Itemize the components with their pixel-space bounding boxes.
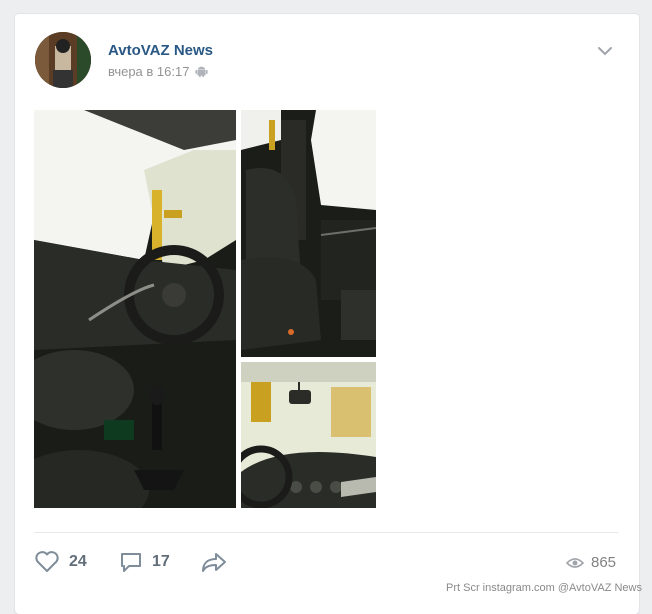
post-photo-2[interactable]	[241, 110, 376, 357]
post-card: AvtoVAZ News вчера в 16:17 24 17 865	[15, 14, 639, 614]
eye-icon	[566, 557, 584, 568]
chevron-down-icon[interactable]	[595, 44, 615, 58]
share-button[interactable]	[200, 550, 228, 574]
post-photo-1[interactable]	[34, 110, 236, 508]
author-name[interactable]: AvtoVAZ News	[108, 42, 213, 59]
post-time[interactable]: вчера в 16:17	[108, 64, 209, 79]
avatar[interactable]	[35, 32, 91, 88]
android-icon	[195, 66, 209, 78]
post-time-label: вчера в 16:17	[108, 64, 190, 79]
share-icon	[202, 553, 226, 572]
watermark: Prt Scr instagram.com @AvtoVAZ News	[446, 582, 642, 594]
like-button[interactable]: 24	[34, 550, 87, 574]
comment-count: 17	[152, 553, 170, 570]
comment-icon	[121, 553, 141, 572]
like-count: 24	[69, 553, 87, 570]
comment-button[interactable]: 17	[119, 550, 170, 574]
view-count: 865	[591, 554, 617, 571]
divider	[34, 532, 618, 533]
heart-icon	[35, 551, 59, 572]
post-photo-3[interactable]	[241, 362, 376, 508]
views: 865	[566, 554, 616, 571]
